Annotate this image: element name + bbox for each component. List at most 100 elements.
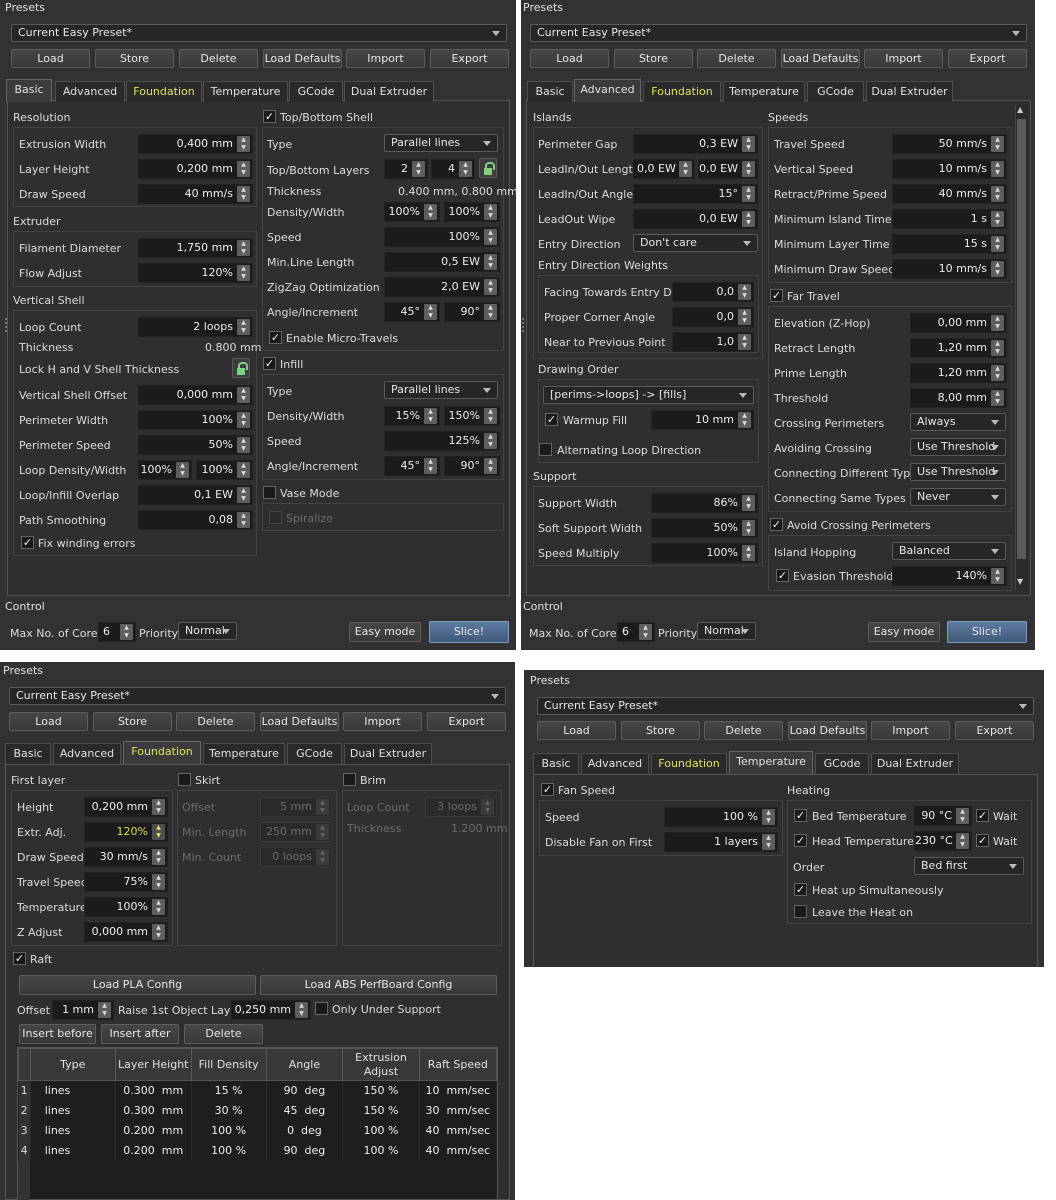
raft-checkbox[interactable] xyxy=(13,952,26,965)
load-defaults-button[interactable]: Load Defaults xyxy=(781,49,860,68)
flow-adjust-spin[interactable]: 120% xyxy=(138,263,253,283)
row-number[interactable]: 2 xyxy=(18,1100,31,1121)
raft-delete-button[interactable]: Delete xyxy=(184,1024,263,1044)
table-cell[interactable]: lines xyxy=(30,1140,116,1161)
only-support-checkbox[interactable] xyxy=(315,1002,328,1015)
table-row[interactable]: 3 lines 0.200 mm 100 % 0 deg 100 % 40 mm… xyxy=(18,1120,498,1141)
table-cell[interactable]: 0.300 mm xyxy=(115,1100,192,1121)
skirt-min-count-spin[interactable]: 0 loops xyxy=(260,847,332,867)
disable-fan-spin[interactable]: 1 layers xyxy=(664,832,778,852)
speed-multiply-spin[interactable]: 100% xyxy=(651,543,758,563)
load-defaults-button[interactable]: Load Defaults xyxy=(788,721,867,740)
vertical-scrollbar[interactable]: ▲ ▼ xyxy=(1015,105,1027,589)
tab-advanced[interactable]: Advanced xyxy=(53,743,121,764)
table-cell[interactable]: 90 deg xyxy=(266,1140,344,1161)
entry-direction-select[interactable]: Don't care xyxy=(633,234,758,252)
table-cell[interactable]: 45 deg xyxy=(266,1100,344,1121)
preset-select[interactable]: Current Easy Preset* xyxy=(11,24,507,42)
head-temp-spin[interactable]: 230 °C xyxy=(914,831,972,851)
tab-dual-extruder[interactable]: Dual Extruder xyxy=(344,743,432,764)
splitter-grip[interactable] xyxy=(5,318,7,332)
fl-height-spin[interactable]: 0,200 mm xyxy=(84,797,168,817)
avoiding-select[interactable]: Use Threshold xyxy=(910,438,1006,456)
scroll-up-icon[interactable]: ▲ xyxy=(1017,105,1023,114)
perimeter-gap-spin[interactable]: 0,3 EW xyxy=(633,134,758,154)
tab-basic[interactable]: Basic xyxy=(6,79,52,102)
tb-increment-spin[interactable]: 90° xyxy=(444,302,500,322)
raft-offset-spin[interactable]: 1 mm xyxy=(52,1000,114,1020)
tb-density-spin[interactable]: 100% xyxy=(384,202,440,222)
col-raft-speed-header[interactable]: Raft Speed xyxy=(418,1048,498,1081)
loop-width-spin[interactable]: 100% xyxy=(196,460,253,480)
leadin-spin[interactable]: 0,0 EW xyxy=(633,159,695,179)
vase-mode-checkbox[interactable] xyxy=(263,486,276,499)
load-pla-button[interactable]: Load PLA Config xyxy=(19,975,256,995)
min-draw-spin[interactable]: 10 mm/s xyxy=(892,259,1007,279)
loop-density-spin[interactable]: 100% xyxy=(138,460,192,480)
perimeter-speed-spin[interactable]: 50% xyxy=(138,435,253,455)
load-button[interactable]: Load xyxy=(11,49,90,68)
delete-button[interactable]: Delete xyxy=(179,49,258,68)
table-cell[interactable]: 0 deg xyxy=(266,1120,344,1141)
infill-type-select[interactable]: Parallel lines xyxy=(384,381,498,399)
path-smoothing-spin[interactable]: 0,08 xyxy=(138,510,253,530)
infill-angle-spin[interactable]: 45° xyxy=(384,456,440,476)
infill-increment-spin[interactable]: 90° xyxy=(444,456,500,476)
table-cell[interactable]: 100 % xyxy=(342,1140,420,1161)
min-island-spin[interactable]: 1 s xyxy=(892,209,1007,229)
max-cores-spin[interactable]: 6 xyxy=(98,622,136,642)
order-select[interactable]: Bed first xyxy=(914,857,1024,875)
layer-height-spin[interactable]: 0,200 mm xyxy=(138,159,253,179)
table-row[interactable]: 1 lines 0.300 mm 15 % 90 deg 150 % 10 mm… xyxy=(18,1080,498,1101)
col-layer-height-header[interactable]: Layer Height xyxy=(114,1048,192,1081)
table-row[interactable]: 4 lines 0.200 mm 100 % 90 deg 100 % 40 m… xyxy=(18,1140,498,1161)
threshold-spin[interactable]: 8,00 mm xyxy=(910,388,1007,408)
spiralize-checkbox[interactable] xyxy=(269,511,282,524)
delete-button[interactable]: Delete xyxy=(176,712,255,731)
store-button[interactable]: Store xyxy=(614,49,693,68)
leadout-spin[interactable]: 0,0 EW xyxy=(698,159,758,179)
tb-type-select[interactable]: Parallel lines xyxy=(384,134,498,152)
tb-angle-spin[interactable]: 45° xyxy=(384,302,440,322)
tab-advanced[interactable]: Advanced xyxy=(574,79,641,102)
leave-heat-checkbox[interactable] xyxy=(794,905,807,918)
skirt-checkbox[interactable] xyxy=(178,773,191,786)
tab-gcode[interactable]: GCode xyxy=(807,81,864,102)
insert-before-button[interactable]: Insert before xyxy=(19,1024,96,1044)
min-layer-spin[interactable]: 15 s xyxy=(892,234,1007,254)
table-cell[interactable]: 10 mm/sec xyxy=(419,1080,498,1101)
load-abs-button[interactable]: Load ABS PerfBoard Config xyxy=(260,975,497,995)
travel-speed-spin[interactable]: 50 mm/s xyxy=(892,134,1007,154)
tb-speed-spin[interactable]: 100% xyxy=(384,227,500,247)
alternating-checkbox[interactable] xyxy=(539,443,552,456)
head-wait-checkbox[interactable] xyxy=(976,834,989,847)
preset-select[interactable]: Current Easy Preset* xyxy=(537,697,1034,715)
table-cell[interactable]: lines xyxy=(30,1080,116,1101)
tab-foundation[interactable]: Foundation xyxy=(126,81,202,102)
tab-dual-extruder[interactable]: Dual Extruder xyxy=(871,753,959,774)
tab-advanced[interactable]: Advanced xyxy=(581,753,649,774)
tb-shell-checkbox[interactable] xyxy=(263,110,276,123)
tb-bottom-layers-spin[interactable]: 4 xyxy=(431,159,475,179)
table-cell[interactable]: 40 mm/sec xyxy=(419,1120,498,1141)
load-button[interactable]: Load xyxy=(537,721,616,740)
slice-button[interactable]: Slice! xyxy=(947,621,1027,643)
loop-count-spin[interactable]: 2 loops xyxy=(138,317,253,337)
leadin-angle-spin[interactable]: 15° xyxy=(633,184,758,204)
import-button[interactable]: Import xyxy=(343,712,422,731)
tab-gcode[interactable]: GCode xyxy=(815,753,869,774)
tb-width-spin[interactable]: 100% xyxy=(444,202,500,222)
priority-select[interactable]: Normal xyxy=(178,622,237,640)
export-button[interactable]: Export xyxy=(430,49,509,68)
crossing-select[interactable]: Always xyxy=(910,413,1006,431)
far-travel-checkbox[interactable] xyxy=(770,289,783,302)
tab-gcode[interactable]: GCode xyxy=(289,81,343,102)
infill-density-spin[interactable]: 15% xyxy=(384,406,440,426)
tab-temperature[interactable]: Temperature xyxy=(729,751,813,774)
table-cell[interactable]: 100 % xyxy=(191,1140,267,1161)
avoid-crossing-checkbox[interactable] xyxy=(770,518,783,531)
delete-button[interactable]: Delete xyxy=(704,721,783,740)
table-cell[interactable]: 150 % xyxy=(342,1100,420,1121)
tab-gcode[interactable]: GCode xyxy=(287,743,342,764)
col-fill-density-header[interactable]: Fill Density xyxy=(190,1048,267,1081)
